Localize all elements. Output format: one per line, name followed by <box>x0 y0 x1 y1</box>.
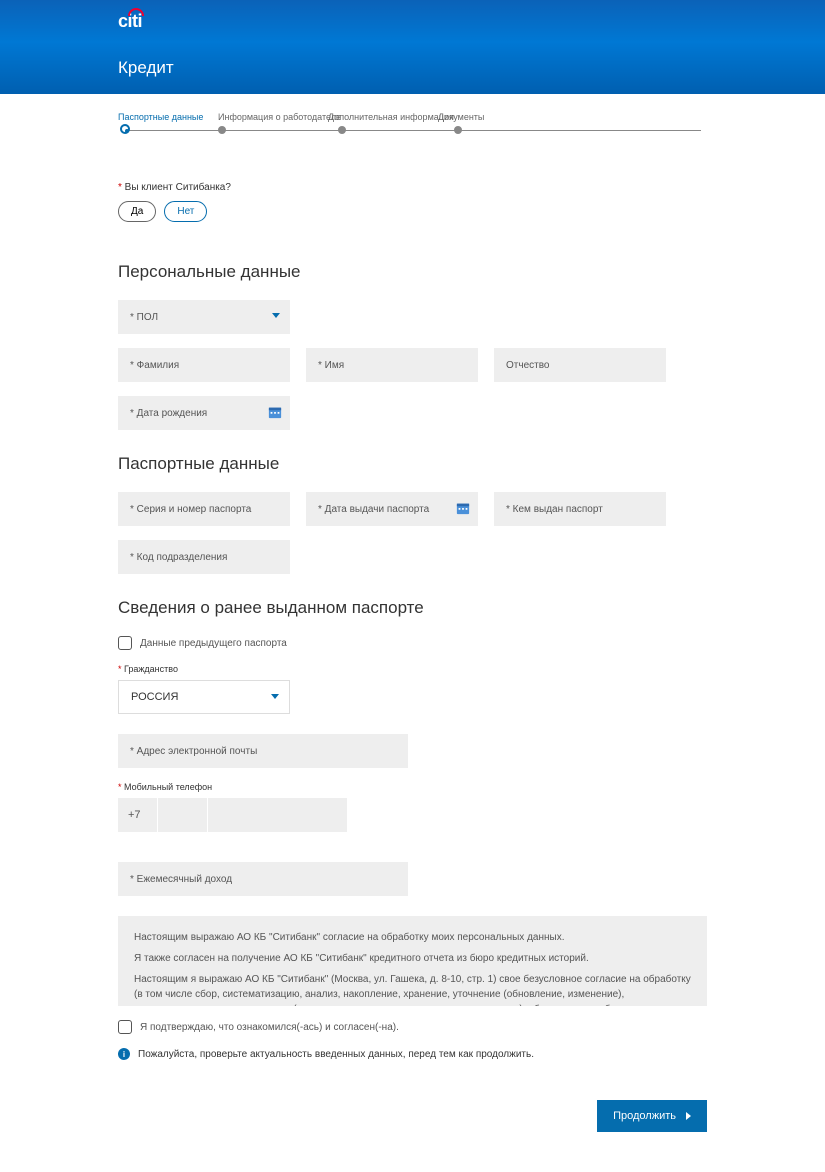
step-label-1: Паспортные данные <box>118 112 203 122</box>
passport-sn-input[interactable]: * Серия и номер паспорта <box>118 492 290 526</box>
phone-prefix: +7 <box>118 798 158 832</box>
middlename-input[interactable]: Отчество <box>494 348 666 382</box>
chevron-down-icon <box>272 313 280 318</box>
gender-placeholder: * ПОЛ <box>130 312 158 323</box>
consent-textbox[interactable]: Настоящим выражаю АО КБ "Ситибанк" согла… <box>118 916 707 1006</box>
section-passport: Паспортные данные <box>118 454 707 474</box>
yes-button[interactable]: Да <box>118 201 156 222</box>
confirm-checkbox[interactable] <box>118 1020 132 1034</box>
citi-arc-icon <box>128 8 144 16</box>
prev-passport-cb-label: Данные предыдущего паспорта <box>140 638 287 649</box>
email-input[interactable]: * Адрес электронной почты <box>118 734 408 768</box>
top-header: citi <box>0 0 825 42</box>
citi-logo: citi <box>118 11 142 32</box>
gender-select[interactable]: * ПОЛ <box>118 300 290 334</box>
firstname-input[interactable]: * Имя <box>306 348 478 382</box>
client-question-label: Вы клиент Ситибанка? <box>118 182 707 193</box>
section-personal: Персональные данные <box>118 262 707 282</box>
info-message: Пожалуйста, проверьте актуальность введе… <box>138 1049 534 1060</box>
chevron-right-icon <box>686 1112 691 1120</box>
title-bar: Кредит <box>0 42 825 94</box>
prev-passport-checkbox[interactable] <box>118 636 132 650</box>
step-label-3: Дополнительная информация <box>328 112 454 122</box>
step-dot-1[interactable] <box>120 124 130 134</box>
confirm-cb-label: Я подтверждаю, что ознакомился(-ась) и с… <box>140 1022 399 1033</box>
step-dot-4[interactable] <box>454 126 462 134</box>
phone-input-group: +7 <box>118 798 707 832</box>
no-button[interactable]: Нет <box>164 201 207 222</box>
consent-p3: Настоящим я выражаю АО КБ "Ситибанк" (Мо… <box>134 972 691 1006</box>
calendar-icon[interactable] <box>456 501 470 515</box>
step-dot-3[interactable] <box>338 126 346 134</box>
consent-p1: Настоящим выражаю АО КБ "Ситибанк" согла… <box>134 930 691 945</box>
page-title: Кредит <box>118 58 174 78</box>
phone-number-input[interactable] <box>208 798 348 832</box>
dob-input[interactable]: * Дата рождения <box>118 396 290 430</box>
citizenship-label: * Гражданство <box>118 664 707 674</box>
passport-issuer-input[interactable]: * Кем выдан паспорт <box>494 492 666 526</box>
continue-button[interactable]: Продолжить <box>597 1100 707 1132</box>
phone-label: * Мобильный телефон <box>118 782 707 792</box>
passport-date-input[interactable]: * Дата выдачи паспорта <box>306 492 478 526</box>
step-label-2: Информация о работодателе <box>218 112 341 122</box>
consent-p2: Я также согласен на получение АО КБ "Сит… <box>134 951 691 966</box>
info-icon: i <box>118 1048 130 1060</box>
step-dot-2[interactable] <box>218 126 226 134</box>
passport-code-input[interactable]: * Код подразделения <box>118 540 290 574</box>
section-prev-passport: Сведения о ранее выданном паспорте <box>118 598 707 618</box>
chevron-down-icon <box>271 694 279 699</box>
citizenship-select[interactable]: РОССИЯ <box>118 680 290 714</box>
phone-code-input[interactable] <box>158 798 208 832</box>
progress-stepper: Паспортные данные Информация о работодат… <box>118 112 707 142</box>
lastname-input[interactable]: * Фамилия <box>118 348 290 382</box>
income-input[interactable]: * Ежемесячный доход <box>118 862 408 896</box>
step-label-4: Документы <box>438 112 484 122</box>
calendar-icon[interactable] <box>268 405 282 419</box>
